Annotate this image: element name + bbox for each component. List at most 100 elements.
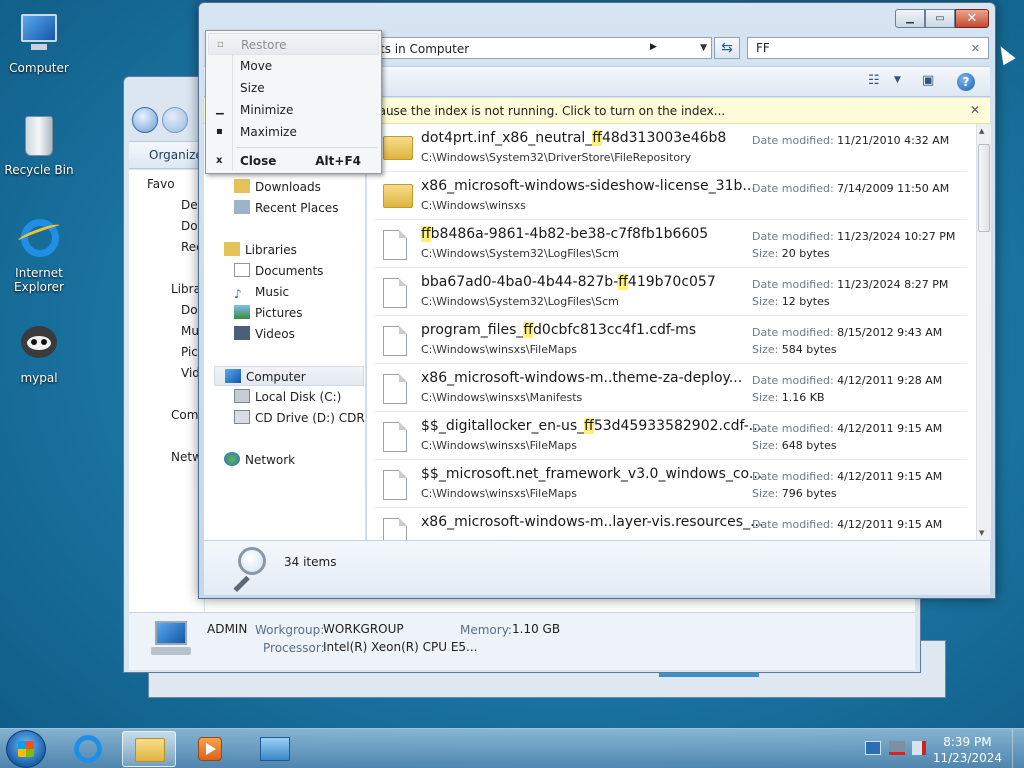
nav-item-recent-places[interactable]: Recent Places (234, 198, 338, 218)
address-bar[interactable]: ts in Computer ▶ ▼ (379, 37, 712, 59)
result-row[interactable]: x86_microsoft-windows-m..theme-za-deploy… (375, 364, 967, 412)
close-icon[interactable]: ✕ (970, 103, 980, 117)
search-input[interactable]: FF ✕ (747, 37, 989, 59)
drive-icon (234, 389, 250, 403)
result-path: C:\Windows\winsxs\FileMaps (421, 343, 577, 356)
result-name: x86_microsoft-windows-m..theme-za-deploy… (421, 370, 743, 386)
preview-pane-icon[interactable]: ▣ (922, 73, 934, 91)
nav-item-cd-drive[interactable]: CD Drive (D:) CDROM (234, 408, 365, 428)
chevron-right-icon[interactable]: ▶ (650, 42, 657, 52)
menu-item-size[interactable]: Size (208, 77, 379, 99)
forward-button[interactable] (161, 107, 188, 133)
scroll-up-icon[interactable]: ▲ (979, 127, 984, 135)
clock-date: 11/23/2024 (932, 751, 1002, 765)
details-pane: ADMIN Workgroup: WORKGROUP Memory: 1.10 … (129, 612, 915, 670)
volume-icon[interactable] (912, 741, 926, 755)
result-date: Date modified: 4/12/2011 9:28 AM (752, 374, 943, 387)
scrollbar-thumb[interactable] (978, 144, 990, 232)
desktop-icon-internet-explorer[interactable]: Internet Explorer (1, 215, 77, 294)
result-row[interactable]: ffb8486a-9861-4b82-be38-c7f8fb1b6605 C:\… (375, 220, 967, 268)
workgroup-value: WORKGROUP (323, 622, 404, 636)
result-row[interactable]: bba67ad0-4ba0-4b44-827b-ff419b70c057 C:\… (375, 268, 967, 316)
view-options-icon[interactable]: ☷ (868, 73, 880, 91)
organize-button[interactable]: Organize (149, 148, 203, 162)
clear-search-icon[interactable]: ✕ (971, 42, 980, 55)
documents-icon (234, 263, 250, 277)
internet-explorer-icon (74, 735, 102, 763)
result-name: $$_digitallocker_en-us_ff53d45933582902.… (421, 418, 763, 434)
downloads-icon (234, 179, 250, 193)
menu-item-minimize[interactable]: ▁ Minimize (208, 99, 379, 121)
refresh-button[interactable]: ⇆ (714, 37, 740, 59)
desktop-icon-computer[interactable]: Computer (1, 10, 77, 75)
nav-item-videos[interactable]: Videos (234, 324, 295, 344)
nav-item-documents[interactable]: Documents (234, 261, 323, 281)
chevron-down-icon[interactable]: ▼ (894, 75, 901, 93)
search-value: FF (756, 41, 770, 55)
menu-item-maximize[interactable]: ▪ Maximize (208, 121, 379, 143)
computer-icon (15, 10, 63, 58)
maximize-button[interactable]: ▭ (925, 9, 955, 28)
desktop-icon-mypal[interactable]: mypal (1, 320, 77, 385)
taskbar-media-player[interactable] (184, 731, 238, 767)
libraries-icon (224, 242, 240, 256)
caption-buttons: ▁ ▭ ✕ (895, 9, 989, 28)
result-row[interactable]: $$_microsoft.net_framework_v3.0_windows_… (375, 460, 967, 508)
clock[interactable]: 8:39 PM 11/23/2024 (933, 734, 1002, 766)
desktop-icon-label: mypal (20, 371, 58, 385)
show-desktop-button[interactable] (1012, 729, 1024, 768)
file-icon (383, 230, 407, 260)
action-center-icon[interactable] (865, 741, 881, 755)
result-size: Size: 584 bytes (752, 343, 837, 356)
result-date: Date modified: 11/23/2024 8:27 PM (752, 278, 949, 291)
music-icon: ♪ (234, 287, 242, 301)
nav-item-computer[interactable]: Computer (214, 366, 364, 386)
processor-value: Intel(R) Xeon(R) CPU E5... (323, 640, 478, 654)
network-icon[interactable] (889, 741, 905, 755)
window-system-menu: ▫ Restore Move Size ▁ Minimize ▪ Maximiz… (205, 30, 382, 174)
taskbar-internet-explorer[interactable] (62, 731, 116, 767)
nav-item-downloads[interactable]: Downloads (234, 177, 321, 197)
start-button[interactable] (6, 730, 46, 768)
result-row[interactable]: dot4prt.inf_x86_neutral_ff48d313003e46b8… (375, 124, 967, 172)
menu-item-move[interactable]: Move (208, 55, 379, 77)
nav-item-music[interactable]: ♪ Music (234, 282, 289, 302)
help-icon[interactable]: ? (957, 73, 975, 91)
mouse-cursor-icon (994, 42, 1016, 66)
nav-item-libraries[interactable]: Libraries (224, 240, 297, 260)
videos-icon (234, 326, 250, 340)
back-button[interactable] (132, 107, 158, 133)
result-name: x86_microsoft-windows-sideshow-license_3… (421, 178, 756, 194)
result-row[interactable]: program_files_ffd0cbfc813cc4f1.cdf-ms C:… (375, 316, 967, 364)
menu-item-close[interactable]: x Close Alt+F4 (208, 150, 379, 172)
result-row[interactable]: x86_microsoft-windows-sideshow-license_3… (375, 172, 967, 220)
result-name: bba67ad0-4ba0-4b44-827b-ff419b70c057 (421, 274, 716, 290)
clock-time: 8:39 PM (943, 735, 992, 749)
nav-item-pictures[interactable]: Pictures (234, 303, 303, 323)
scroll-down-icon[interactable]: ▼ (979, 529, 984, 537)
result-name: program_files_ffd0cbfc813cc4f1.cdf-ms (421, 322, 697, 338)
pictures-icon (234, 305, 250, 319)
chevron-down-icon[interactable]: ▼ (700, 43, 707, 53)
details-pane: 34 items (204, 540, 990, 595)
nav-item-network[interactable]: Network (224, 450, 295, 470)
nav-item-local-disk[interactable]: Local Disk (C:) (234, 387, 341, 407)
menu-item-restore[interactable]: ▫ Restore (208, 33, 379, 55)
result-row[interactable]: x86_microsoft-windows-m..layer-vis.resou… (375, 508, 967, 540)
result-path: C:\Windows\winsxs (421, 199, 526, 212)
close-button[interactable]: ✕ (955, 9, 989, 28)
desktop-icon-recycle-bin[interactable]: Recycle Bin (1, 112, 77, 177)
minimize-button[interactable]: ▁ (895, 9, 925, 28)
tree-item-favorites[interactable]: Favo (147, 177, 205, 191)
taskbar-control-panel[interactable] (248, 731, 302, 767)
file-icon (383, 422, 407, 452)
result-row[interactable]: $$_digitallocker_en-us_ff53d45933582902.… (375, 412, 967, 460)
back-forward-buttons (132, 107, 188, 133)
taskbar-windows-explorer[interactable] (122, 731, 176, 767)
computer-icon (151, 621, 191, 655)
close-icon: x (216, 155, 223, 166)
refresh-icon: ⇆ (721, 40, 733, 56)
navigation-tree: Favo Des Dov Rec Libra Doc Mu Pic Vid Co… (129, 170, 205, 612)
result-size: Size: 12 bytes (752, 295, 830, 308)
vertical-scrollbar[interactable]: ▲ ▼ (976, 124, 991, 540)
